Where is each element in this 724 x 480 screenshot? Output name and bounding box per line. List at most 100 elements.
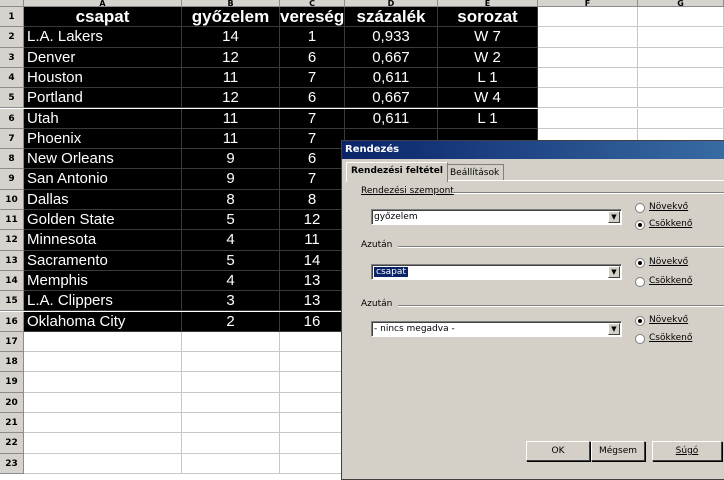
cell-g4[interactable] bbox=[638, 67, 724, 89]
cell-e6[interactable]: L 1 bbox=[438, 108, 538, 129]
row-header-6[interactable]: 6 bbox=[0, 108, 24, 129]
dialog-title[interactable]: Rendezés bbox=[342, 141, 724, 159]
cell-b15[interactable]: 3 bbox=[182, 291, 280, 312]
cell-f1[interactable] bbox=[538, 7, 638, 28]
column-header-d[interactable]: D bbox=[345, 0, 438, 8]
column-header-b[interactable]: B bbox=[182, 0, 280, 8]
cell-a17[interactable] bbox=[24, 331, 182, 353]
cell-b22[interactable] bbox=[182, 433, 280, 454]
chevron-down-icon[interactable]: ▼ bbox=[608, 323, 620, 335]
cell-f4[interactable] bbox=[538, 67, 638, 89]
cell-e4[interactable]: L 1 bbox=[438, 67, 538, 89]
cell-c7[interactable]: 7 bbox=[280, 128, 345, 150]
column-header-g[interactable]: G bbox=[638, 0, 724, 8]
cell-a14[interactable]: Memphis bbox=[24, 270, 182, 292]
row-header-10[interactable]: 10 bbox=[0, 189, 24, 210]
row-header-19[interactable]: 19 bbox=[0, 372, 24, 393]
row-header-21[interactable]: 21 bbox=[0, 413, 24, 434]
row-header-22[interactable]: 22 bbox=[0, 433, 24, 454]
cell-g1[interactable] bbox=[638, 7, 724, 28]
cell-c12[interactable]: 11 bbox=[280, 230, 345, 251]
cell-b7[interactable]: 11 bbox=[182, 128, 280, 150]
cell-a18[interactable] bbox=[24, 352, 182, 373]
cell-b1[interactable]: győzelem bbox=[182, 7, 280, 28]
cell-a6[interactable]: Utah bbox=[24, 108, 182, 129]
cell-a19[interactable] bbox=[24, 372, 182, 393]
cell-c23[interactable] bbox=[280, 453, 345, 474]
cell-a9[interactable]: San Antonio bbox=[24, 169, 182, 190]
help-button[interactable]: Súgó bbox=[652, 441, 722, 461]
sort-key1-descending-radio[interactable] bbox=[635, 220, 645, 230]
cell-a3[interactable]: Denver bbox=[24, 47, 182, 68]
sort-key3-select[interactable]: - nincs megadva - ▼ bbox=[371, 321, 622, 337]
cell-e2[interactable]: W 7 bbox=[438, 27, 538, 48]
cell-b14[interactable]: 4 bbox=[182, 270, 280, 292]
cell-c6[interactable]: 7 bbox=[280, 108, 345, 129]
row-header-15[interactable]: 15 bbox=[0, 291, 24, 312]
row-header-9[interactable]: 9 bbox=[0, 169, 24, 190]
cell-b17[interactable] bbox=[182, 331, 280, 353]
cell-b18[interactable] bbox=[182, 352, 280, 373]
cell-a1[interactable]: csapat bbox=[24, 7, 182, 28]
row-header-20[interactable]: 20 bbox=[0, 392, 24, 413]
sort-key1-descending-label[interactable]: Csökkenő bbox=[649, 219, 692, 229]
sort-key3-descending-label[interactable]: Csökkenő bbox=[649, 333, 692, 343]
cell-c19[interactable] bbox=[280, 372, 345, 393]
sort-key2-ascending-radio[interactable] bbox=[635, 258, 645, 268]
row-header-18[interactable]: 18 bbox=[0, 352, 24, 373]
cell-c2[interactable]: 1 bbox=[280, 27, 345, 48]
cell-e3[interactable]: W 2 bbox=[438, 47, 538, 68]
column-header-e[interactable]: E bbox=[438, 0, 538, 8]
sort-key2-select[interactable]: csapat ▼ bbox=[371, 264, 622, 280]
select-all-corner[interactable] bbox=[0, 0, 24, 7]
cell-a13[interactable]: Sacramento bbox=[24, 250, 182, 271]
cell-e5[interactable]: W 4 bbox=[438, 88, 538, 109]
cell-b12[interactable]: 4 bbox=[182, 230, 280, 251]
cell-g6[interactable] bbox=[638, 108, 724, 129]
sort-key3-ascending-radio[interactable] bbox=[635, 316, 645, 326]
row-header-2[interactable]: 2 bbox=[0, 27, 24, 48]
cell-c21[interactable] bbox=[280, 413, 345, 434]
cell-d6[interactable]: 0,611 bbox=[345, 108, 438, 129]
cell-d4[interactable]: 0,611 bbox=[345, 67, 438, 89]
chevron-down-icon[interactable]: ▼ bbox=[608, 266, 620, 278]
cell-b20[interactable] bbox=[182, 392, 280, 413]
cell-c17[interactable] bbox=[280, 331, 345, 353]
cell-c3[interactable]: 6 bbox=[280, 47, 345, 68]
tab-sort-criteria[interactable]: Rendezési feltétel bbox=[346, 162, 448, 182]
cell-a20[interactable] bbox=[24, 392, 182, 413]
row-header-7[interactable]: 7 bbox=[0, 128, 24, 150]
sort-key2-ascending-label[interactable]: Növekvő bbox=[649, 257, 688, 267]
cell-c5[interactable]: 6 bbox=[280, 88, 345, 109]
cell-c13[interactable]: 14 bbox=[280, 250, 345, 271]
cell-g2[interactable] bbox=[638, 27, 724, 48]
cell-a10[interactable]: Dallas bbox=[24, 189, 182, 210]
chevron-down-icon[interactable]: ▼ bbox=[608, 211, 620, 223]
column-header-c[interactable]: C bbox=[280, 0, 345, 8]
row-header-16[interactable]: 16 bbox=[0, 311, 24, 332]
sort-key1-select[interactable]: győzelem ▼ bbox=[371, 209, 622, 225]
cell-f6[interactable] bbox=[538, 108, 638, 129]
cell-c11[interactable]: 12 bbox=[280, 210, 345, 231]
cell-b11[interactable]: 5 bbox=[182, 210, 280, 231]
cell-a5[interactable]: Portland bbox=[24, 88, 182, 109]
sort-key3-ascending-label[interactable]: Növekvő bbox=[649, 315, 688, 325]
cell-c1[interactable]: vereség bbox=[280, 7, 345, 28]
row-header-3[interactable]: 3 bbox=[0, 47, 24, 68]
cell-c10[interactable]: 8 bbox=[280, 189, 345, 210]
cell-b9[interactable]: 9 bbox=[182, 169, 280, 190]
row-header-8[interactable]: 8 bbox=[0, 149, 24, 170]
sort-key2-descending-label[interactable]: Csökkenő bbox=[649, 276, 692, 286]
cell-c15[interactable]: 13 bbox=[280, 291, 345, 312]
cell-e1[interactable]: sorozat bbox=[438, 7, 538, 28]
cell-a22[interactable] bbox=[24, 433, 182, 454]
row-header-17[interactable]: 17 bbox=[0, 331, 24, 353]
cell-c4[interactable]: 7 bbox=[280, 67, 345, 89]
cell-a12[interactable]: Minnesota bbox=[24, 230, 182, 251]
row-header-23[interactable]: 23 bbox=[0, 453, 24, 474]
cell-b16[interactable]: 2 bbox=[182, 311, 280, 332]
cell-b4[interactable]: 11 bbox=[182, 67, 280, 89]
cell-a21[interactable] bbox=[24, 413, 182, 434]
cell-g3[interactable] bbox=[638, 47, 724, 68]
sort-key2-descending-radio[interactable] bbox=[635, 277, 645, 287]
